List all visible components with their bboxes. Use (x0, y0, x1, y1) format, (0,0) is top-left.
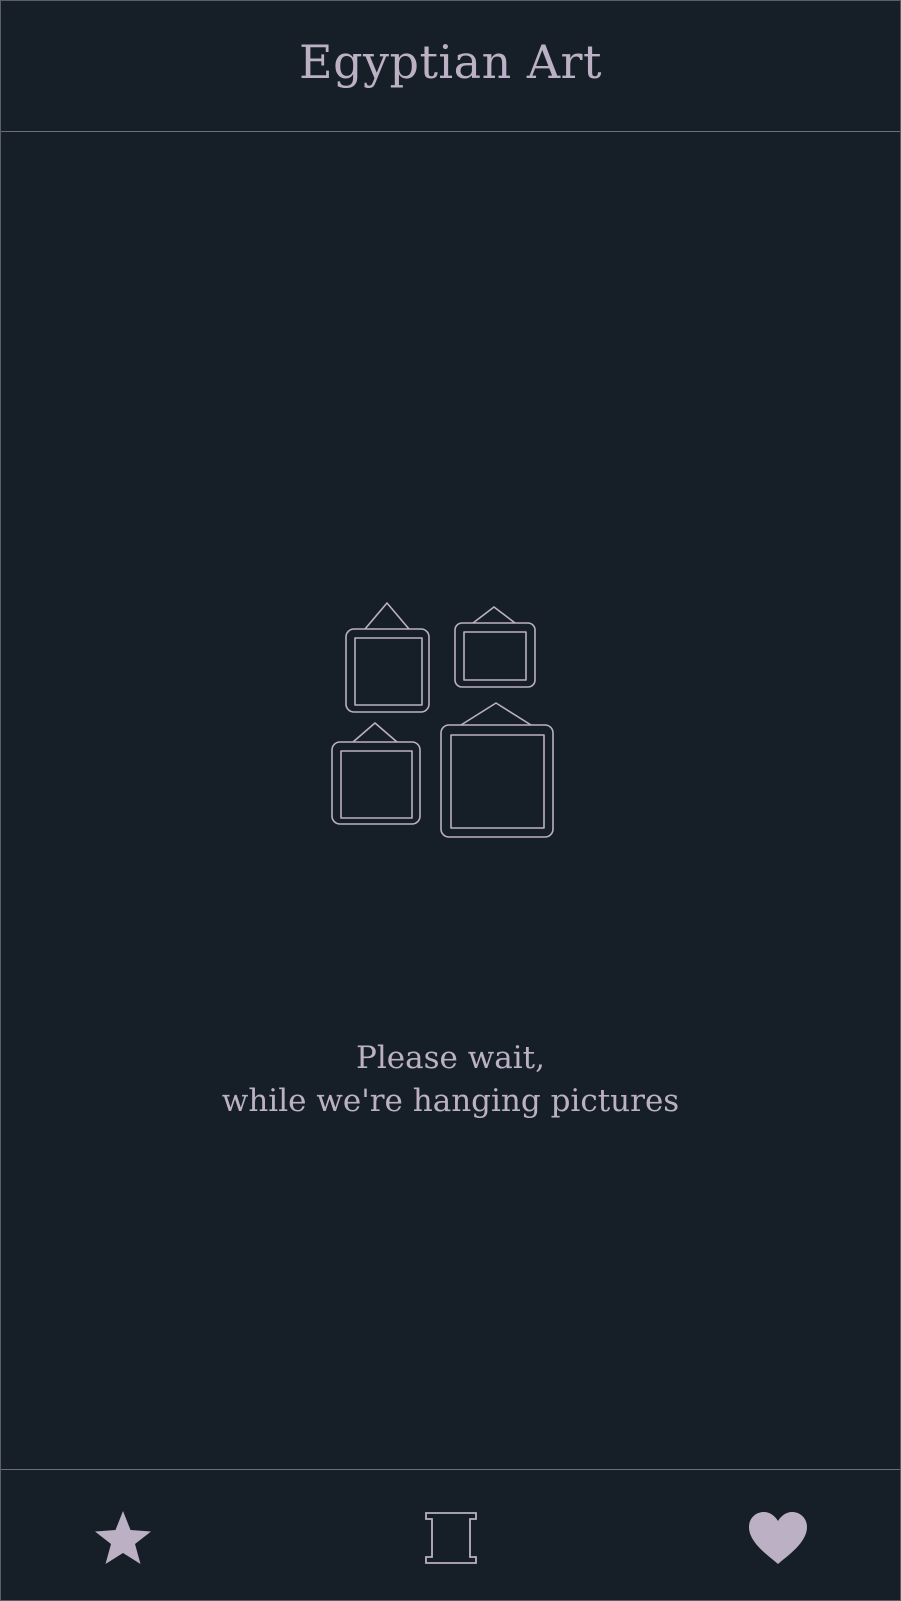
app-screen: Egyptian Art Please wait, while we're ha… (0, 0, 901, 1601)
hanging-pictures-icon (331, 599, 571, 849)
header: Egyptian Art (1, 1, 900, 132)
page-title: Egyptian Art (298, 35, 603, 89)
loading-message: Please wait, while we're hanging picture… (1, 1037, 900, 1123)
loading-message-line-1: Please wait, (356, 1040, 545, 1076)
heart-icon (749, 1512, 807, 1564)
loading-message-line-2: while we're hanging pictures (221, 1083, 680, 1119)
favorites-star-button[interactable] (91, 1508, 155, 1568)
bottom-nav (1, 1469, 900, 1600)
gallery-button[interactable] (419, 1508, 483, 1568)
star-icon (95, 1511, 151, 1564)
frame-icon (425, 1512, 477, 1564)
likes-heart-button[interactable] (746, 1508, 810, 1568)
